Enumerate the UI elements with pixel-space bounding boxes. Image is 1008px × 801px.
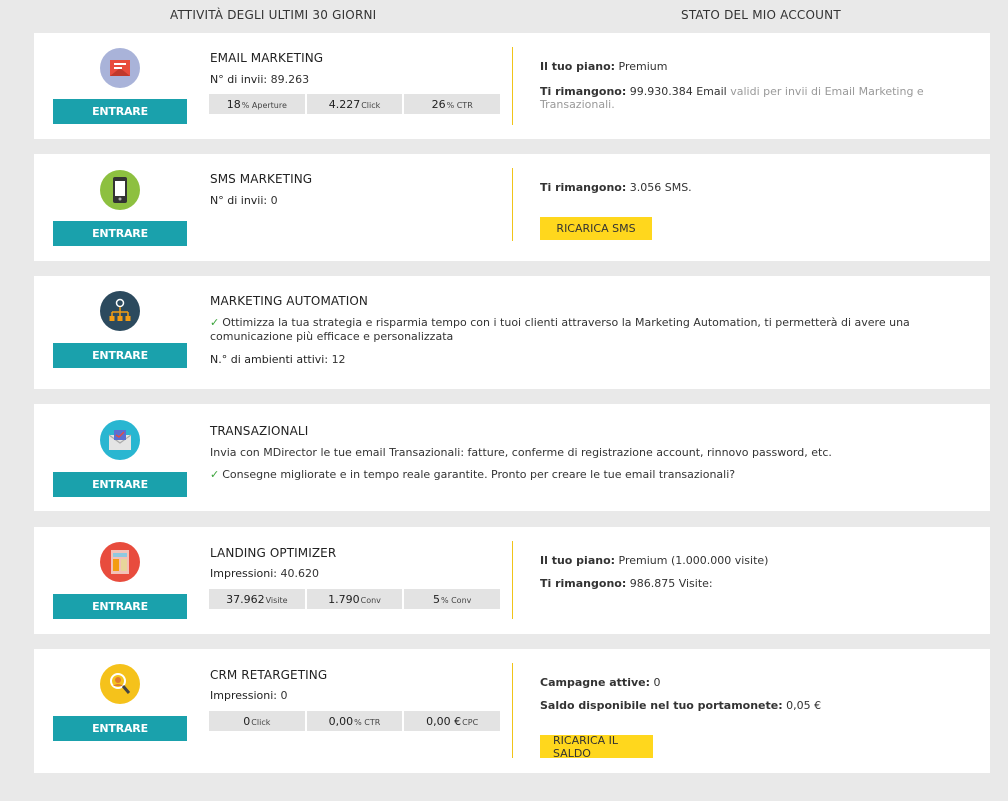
landing-stats: 37.962 Visite 1.790 Conv 5% Conv (209, 589, 501, 609)
email-title: EMAIL MARKETING (210, 51, 324, 65)
transactional-line2: ✓ Consegne migliorate e in tempo reale ga… (210, 468, 736, 481)
email-remaining: Ti rimangono: 99.930.384 Email validi pe… (540, 85, 924, 111)
email-stat-open: 18% Aperture (209, 94, 305, 114)
email-sent: N° di invii: 89.263 (210, 73, 310, 86)
crm-title: CRM RETARGETING (210, 668, 328, 682)
transactional-card: ENTRARE TRANSAZIONALI Invia con MDirecto… (34, 404, 990, 511)
crm-divider (512, 663, 513, 758)
landing-optimizer-card: ENTRARE LANDING OPTIMIZER Impressioni: 4… (34, 527, 990, 634)
crm-stat-cpc: 0,00 € CPC (404, 711, 501, 731)
page-header: ATTIVITÀ DEGLI ULTIMI 30 GIORNI STATO DE… (0, 0, 1008, 33)
landing-remaining: Ti rimangono: 986.875 Visite: (540, 577, 713, 590)
automation-description: ✓ Ottimizza la tua strategia e risparmia … (210, 316, 910, 343)
automation-environments: N.° di ambienti attivi: 12 (210, 353, 346, 366)
landing-stat-visits: 37.962 Visite (209, 589, 305, 609)
email-enter-button[interactable]: ENTRARE (53, 99, 187, 124)
account-status-heading: STATO DEL MIO ACCOUNT (681, 8, 841, 22)
crm-stats: 0 Click 0,00 % CTR 0,00 € CPC (209, 711, 501, 731)
email-plan: Il tuo piano: Premium (540, 60, 668, 73)
landing-impressions: Impressioni: 40.620 (210, 567, 319, 580)
transactional-line1: Invia con MDirector le tue email Transaz… (210, 446, 832, 459)
phone-icon (100, 170, 140, 210)
transactional-email-icon (100, 420, 140, 460)
landing-plan: Il tuo piano: Premium (1.000.000 visite) (540, 554, 769, 567)
email-stat-ctr: 26% CTR (404, 94, 501, 114)
landing-page-icon (100, 542, 140, 582)
crm-impressions: Impressioni: 0 (210, 689, 288, 702)
email-stat-click: 4.227 Click (306, 94, 403, 114)
transactional-enter-button[interactable]: ENTRARE (53, 472, 187, 497)
landing-divider (512, 541, 513, 619)
crm-enter-button[interactable]: ENTRARE (53, 716, 187, 741)
sms-sent: N° di invii: 0 (210, 194, 278, 207)
sms-enter-button[interactable]: ENTRARE (53, 221, 187, 246)
recharge-balance-button[interactable]: RICARICA IL SALDO (540, 734, 653, 760)
email-marketing-card: ENTRARE EMAIL MARKETING N° di invii: 89.… (34, 33, 990, 139)
crm-stat-ctr: 0,00 % CTR (306, 711, 403, 731)
crm-retargeting-card: ENTRARE CRM RETARGETING Impressioni: 0 0… (34, 649, 990, 773)
transactional-title: TRANSAZIONALI (210, 424, 309, 438)
recharge-sms-button[interactable]: RICARICA SMS (540, 217, 652, 240)
crm-balance: Saldo disponibile nel tuo portamonete: 0… (540, 699, 822, 712)
sms-divider (512, 168, 513, 241)
crm-campaigns: Campagne attive: 0 (540, 676, 661, 689)
sms-title: SMS MARKETING (210, 172, 313, 186)
automation-flow-icon (100, 291, 140, 331)
check-icon: ✓ (210, 316, 220, 329)
sms-marketing-card: ENTRARE SMS MARKETING N° di invii: 0 Ti … (34, 154, 990, 261)
landing-stat-conv: 1.790 Conv (306, 589, 403, 609)
landing-title: LANDING OPTIMIZER (210, 546, 337, 560)
check-icon: ✓ (210, 468, 220, 481)
landing-stat-conv-rate: 5% Conv (404, 589, 501, 609)
email-stats: 18% Aperture 4.227 Click 26% CTR (209, 94, 501, 114)
landing-enter-button[interactable]: ENTRARE (53, 594, 187, 619)
email-divider (512, 47, 513, 125)
marketing-automation-card: ENTRARE MARKETING AUTOMATION ✓ Ottimizza … (34, 276, 990, 389)
automation-enter-button[interactable]: ENTRARE (53, 343, 187, 368)
retargeting-user-icon (100, 664, 140, 704)
automation-title: MARKETING AUTOMATION (210, 294, 368, 308)
sms-remaining: Ti rimangono: 3.056 SMS. (540, 181, 692, 194)
crm-stat-click: 0 Click (209, 711, 305, 731)
email-icon (100, 48, 140, 88)
activity-heading: ATTIVITÀ DEGLI ULTIMI 30 GIORNI (170, 8, 377, 22)
